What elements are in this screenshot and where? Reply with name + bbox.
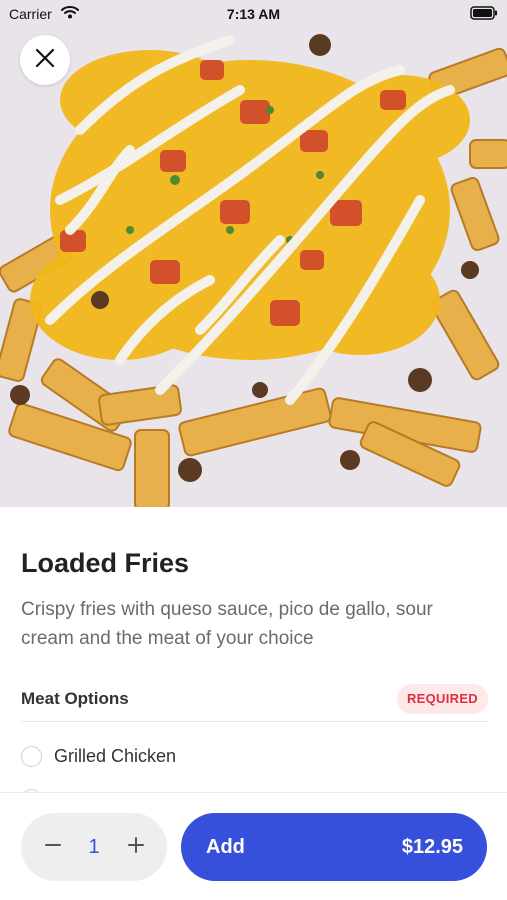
quantity-value: 1 bbox=[88, 836, 100, 858]
option-row-grilled-chicken[interactable]: Grilled Chicken bbox=[21, 743, 176, 769]
minus-icon bbox=[44, 836, 62, 859]
close-button[interactable] bbox=[20, 35, 70, 85]
quantity-stepper: 1 bbox=[21, 813, 167, 881]
add-to-order-button[interactable]: Add $12.95 bbox=[181, 813, 487, 881]
price-label: $12.95 bbox=[401, 836, 463, 858]
battery-icon bbox=[470, 6, 498, 23]
plus-icon bbox=[127, 836, 145, 859]
close-icon bbox=[35, 48, 55, 73]
bottom-bar: 1 Add $12.95 bbox=[0, 792, 507, 900]
status-time: 7:13 AM bbox=[226, 6, 281, 22]
options-section-title: Meat Options bbox=[21, 689, 129, 708]
radio-button[interactable] bbox=[21, 745, 42, 767]
food-photo bbox=[0, 0, 507, 507]
add-label: Add bbox=[206, 836, 245, 858]
item-title: Loaded Fries bbox=[21, 548, 190, 578]
item-details: Loaded Fries Crispy fries with queso sau… bbox=[0, 507, 507, 810]
option-label: Grilled Chicken bbox=[54, 745, 177, 766]
increase-quantity-button[interactable] bbox=[116, 827, 156, 867]
decrease-quantity-button[interactable] bbox=[33, 827, 73, 867]
status-bar: Carrier 7:13 AM bbox=[0, 0, 507, 28]
divider bbox=[21, 721, 487, 722]
required-badge: REQUIRED bbox=[396, 684, 488, 714]
item-description: Crispy fries with queso sauce, pico de g… bbox=[21, 599, 433, 649]
